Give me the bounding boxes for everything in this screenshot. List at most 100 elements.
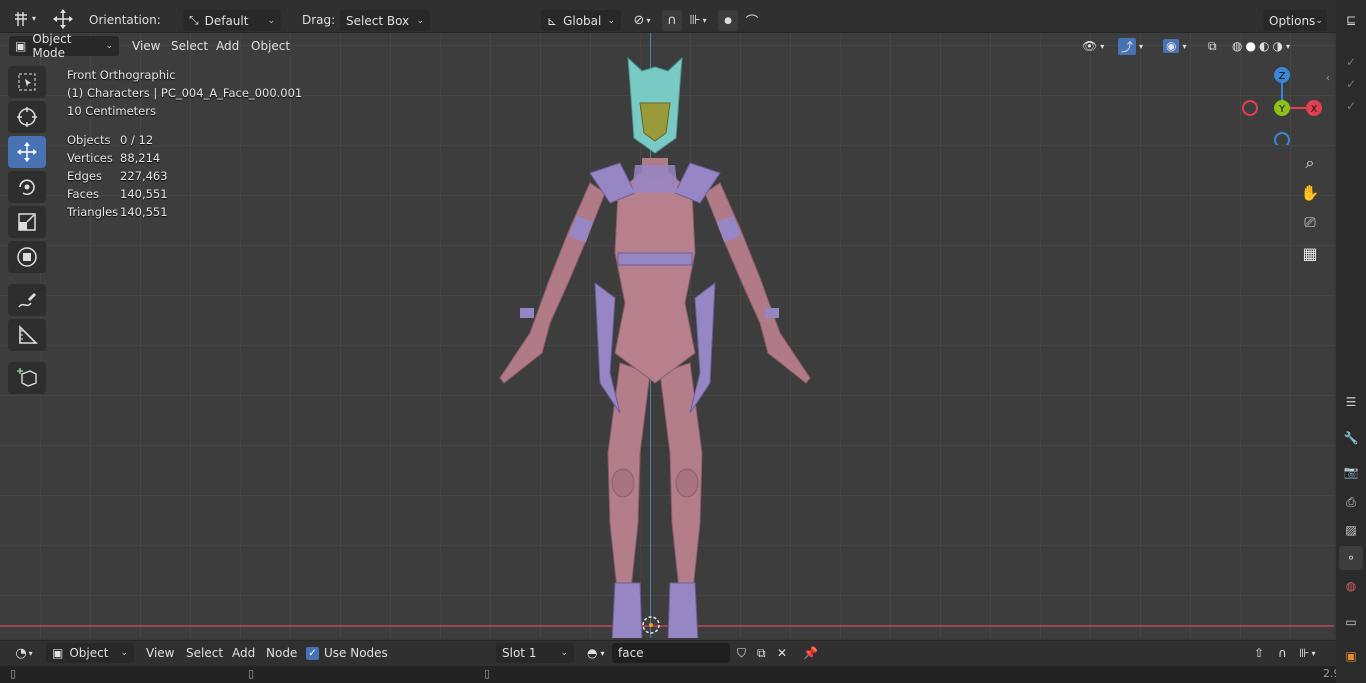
transform-orientation-value: Global bbox=[563, 13, 602, 28]
add-cube-icon bbox=[17, 368, 37, 387]
output-tab[interactable]: ⎙ bbox=[1339, 490, 1363, 514]
snap-increment-icon: ⊪ bbox=[689, 13, 701, 28]
fake-user-button[interactable]: ⛉ bbox=[731, 643, 752, 663]
slot-dropdown[interactable]: Slot 1 ⌄ bbox=[496, 643, 574, 663]
shader-type-dropdown[interactable]: ▣ Object ⌄ bbox=[46, 643, 134, 663]
snap-toggle[interactable]: ∩ bbox=[662, 10, 682, 31]
add-menu[interactable]: Add bbox=[226, 643, 261, 663]
drag-dropdown[interactable]: Select Box ⌄ bbox=[340, 10, 430, 31]
editor-type-button[interactable]: ◔ ▾ bbox=[8, 643, 40, 664]
mode-dropdown[interactable]: ▣ Object Mode ⌄ bbox=[9, 32, 119, 60]
snap-target-button[interactable]: ⊪ ▾ bbox=[684, 10, 712, 31]
options-label: Options bbox=[1269, 13, 1316, 28]
gizmo-neg-x-axis[interactable] bbox=[1242, 100, 1258, 116]
pan-button[interactable]: ✋ bbox=[1297, 180, 1323, 206]
snap-toggle[interactable]: ∩ bbox=[1272, 643, 1293, 663]
orientation-icon: ⤡ bbox=[189, 13, 199, 27]
node-editor-icon: ◔ bbox=[15, 646, 27, 661]
printer-icon: ⎙ bbox=[1346, 494, 1356, 509]
ortho-toggle-button[interactable]: ▦ bbox=[1297, 240, 1323, 266]
gizmos-button[interactable]: ⤴ ▾ bbox=[1112, 36, 1149, 56]
material-browse-button[interactable]: ◓ ▾ bbox=[581, 643, 611, 663]
tool-tab[interactable]: 🔧 bbox=[1339, 426, 1363, 450]
collection-icon: ▭ bbox=[1345, 615, 1357, 629]
eye-icon: 👁 bbox=[1082, 39, 1098, 53]
gizmo-neg-z-axis[interactable] bbox=[1274, 132, 1290, 145]
visibility-button[interactable]: 👁 ▾ bbox=[1076, 36, 1110, 56]
move-tool[interactable] bbox=[8, 136, 46, 168]
add-cube-tool[interactable] bbox=[8, 362, 46, 394]
move-tool-icon[interactable] bbox=[50, 8, 76, 29]
material-shading-icon[interactable]: ◐ bbox=[1259, 39, 1269, 53]
outliner-icon: ⊑ bbox=[1345, 13, 1357, 27]
orientation-dropdown[interactable]: ⤡ Default ⌄ bbox=[183, 10, 281, 31]
chevron-down-icon: ⌄ bbox=[120, 648, 128, 658]
3d-viewport[interactable]: Front Orthographic (1) Characters | PC_0… bbox=[0, 33, 1334, 638]
unlink-material-button[interactable]: ✕ bbox=[771, 643, 793, 663]
properties-editor-toggle[interactable]: ☰ bbox=[1339, 390, 1363, 414]
add-menu[interactable]: Add bbox=[210, 36, 245, 56]
render-tab[interactable]: 📷 bbox=[1339, 460, 1363, 484]
solid-shading-icon[interactable]: ● bbox=[1245, 39, 1255, 53]
stat-label: Objects bbox=[67, 133, 111, 147]
outliner-toggle[interactable]: ⊑ bbox=[1339, 8, 1363, 32]
rendered-shading-icon[interactable]: ◑ bbox=[1272, 39, 1282, 53]
options-dropdown[interactable]: Options ⌄ bbox=[1263, 10, 1327, 31]
stat-row: Edges 227,463 bbox=[67, 167, 302, 185]
shading-buttons: ◍ ● ◐ ◑ ▾ bbox=[1232, 39, 1290, 53]
xray-button[interactable]: ⧉ bbox=[1202, 36, 1223, 56]
camera-view-button[interactable]: ⎚ bbox=[1297, 210, 1323, 236]
sidebar-toggle-icon[interactable]: ‹ bbox=[1326, 73, 1330, 84]
grid-icon: ▦ bbox=[1302, 243, 1318, 263]
filter-check-icon: ✓ bbox=[1345, 99, 1357, 113]
editor-type-button[interactable]: ▾ bbox=[8, 8, 40, 29]
measure-tool[interactable] bbox=[8, 319, 46, 351]
cursor-tool[interactable] bbox=[8, 101, 46, 133]
zoom-button[interactable]: ⌕ bbox=[1297, 150, 1323, 176]
collection-tab[interactable]: ▭ bbox=[1339, 610, 1363, 634]
properties-icon: ☰ bbox=[1345, 395, 1357, 409]
use-nodes-label: Use Nodes bbox=[324, 646, 388, 660]
material-name-field[interactable]: face bbox=[612, 643, 730, 663]
pin-button[interactable]: 📌 bbox=[797, 643, 824, 663]
world-tab[interactable]: ◍ bbox=[1339, 574, 1363, 598]
outliner-filter-button[interactable]: ✓ bbox=[1339, 50, 1363, 74]
annotate-tool[interactable] bbox=[8, 284, 46, 316]
wireframe-shading-icon[interactable]: ◍ bbox=[1232, 39, 1242, 53]
outliner-filter-button[interactable]: ✓ bbox=[1339, 94, 1363, 118]
drag-value: Select Box bbox=[346, 13, 410, 28]
transform-orientation-dropdown[interactable]: ⊾ Global ⌄ bbox=[541, 10, 621, 31]
stat-row: Vertices 88,214 bbox=[67, 149, 302, 167]
use-nodes-checkbox[interactable]: ✓ Use Nodes bbox=[300, 643, 394, 663]
view-menu[interactable]: View bbox=[140, 643, 180, 663]
global-axes-icon: ⊾ bbox=[547, 13, 558, 28]
select-menu[interactable]: Select bbox=[165, 36, 214, 56]
parent-tree-button[interactable]: ⇧ bbox=[1248, 643, 1270, 663]
proportional-edit-toggle[interactable]: ● bbox=[718, 10, 738, 31]
scene-tab[interactable]: ⚬ bbox=[1339, 546, 1363, 570]
navigation-gizmo[interactable]: Z X Y bbox=[1238, 65, 1328, 145]
object-icon: ▣ bbox=[52, 646, 64, 660]
view-menu[interactable]: View bbox=[126, 36, 166, 56]
node-menu[interactable]: Node bbox=[260, 643, 303, 663]
pivot-point-button[interactable]: ⊘ ▾ bbox=[627, 10, 657, 31]
shader-editor-header: ◔ ▾ ▣ Object ⌄ View Select Add Node ✓ Use… bbox=[0, 640, 1336, 666]
magnet-icon: ∩ bbox=[667, 13, 677, 28]
overlays-button[interactable]: ◉ ▾ bbox=[1157, 36, 1193, 56]
scale-tool[interactable] bbox=[8, 206, 46, 238]
select-menu[interactable]: Select bbox=[180, 643, 229, 663]
character-model[interactable] bbox=[490, 53, 820, 638]
stat-row: Triangles 140,551 bbox=[67, 203, 302, 221]
falloff-button[interactable]: ⌒ bbox=[740, 10, 764, 31]
object-tab[interactable]: ▣ bbox=[1339, 644, 1363, 668]
duplicate-material-button[interactable]: ⧉ bbox=[751, 643, 772, 663]
object-menu[interactable]: Object bbox=[245, 36, 296, 56]
view-layer-tab[interactable]: ▨ bbox=[1339, 518, 1363, 542]
rotate-tool[interactable] bbox=[8, 171, 46, 203]
snap-target-button[interactable]: ⊪ ▾ bbox=[1293, 643, 1321, 663]
select-box-tool[interactable] bbox=[8, 66, 46, 98]
transform-tool[interactable] bbox=[8, 241, 46, 273]
outliner-filter-button[interactable]: ✓ bbox=[1339, 72, 1363, 96]
stat-label: Vertices bbox=[67, 151, 113, 165]
image-icon: ▨ bbox=[1345, 523, 1357, 537]
